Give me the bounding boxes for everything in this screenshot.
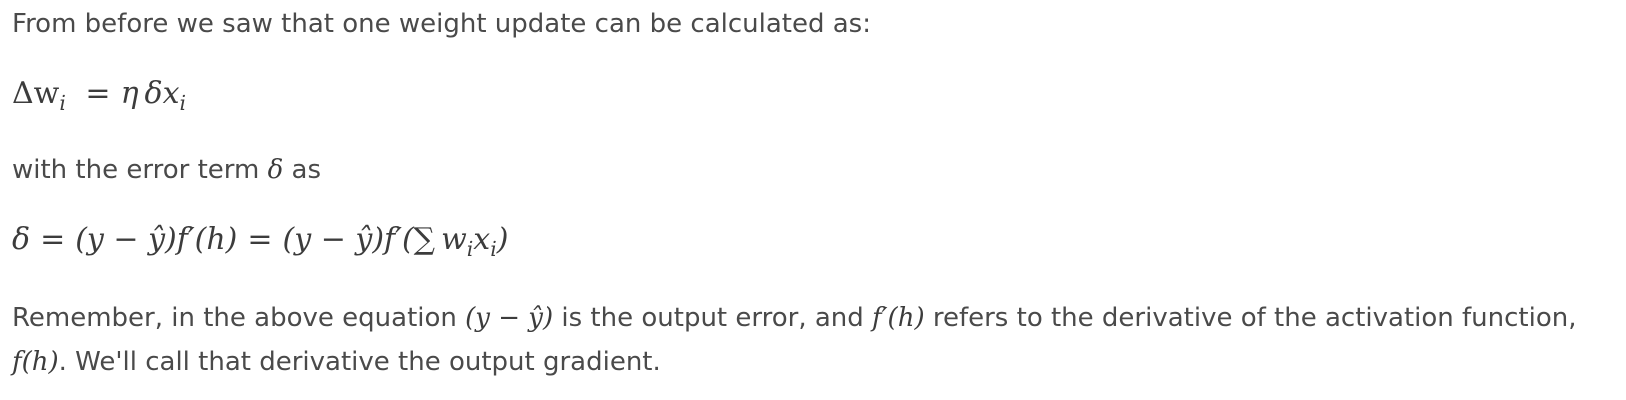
remember-paragraph: Remember, in the above equation (y − ŷ) …: [12, 296, 1577, 384]
delta-symbol: δ: [144, 76, 163, 111]
x-symbol: x: [162, 76, 180, 111]
error-delta-symbol: δ: [267, 155, 284, 185]
equals-sign: =: [85, 76, 111, 111]
remember-text-1: Remember, in the above equation: [12, 303, 466, 333]
delta-lhs: δ: [12, 222, 31, 257]
derivative-expression: f′(h): [872, 303, 925, 333]
activation-expression: f(h): [12, 347, 59, 377]
w-symbol: w: [441, 222, 467, 257]
error-term-paragraph: with the error term δ as: [12, 148, 321, 192]
intro-text: From before we saw that one weight updat…: [12, 9, 871, 39]
output-error-expression: (y − ŷ): [465, 303, 554, 333]
equals-sign-2: =: [247, 222, 273, 257]
equals-sign-1: =: [40, 222, 66, 257]
x-subscript-2: i: [490, 237, 497, 262]
remember-text-4: . We'll call that derivative the output …: [58, 347, 661, 377]
error-text-before: with the error term: [12, 155, 268, 185]
error-text-after: as: [283, 155, 322, 185]
intro-paragraph: From before we saw that one weight updat…: [12, 2, 871, 46]
weight-update-equation: Δwi = η δxi: [12, 76, 186, 115]
closing-paren: ): [496, 222, 509, 257]
eta-symbol: η: [120, 76, 139, 111]
remember-text-2: is the output error, and: [553, 303, 873, 333]
remember-text-3: refers to the derivative of the activati…: [924, 303, 1577, 333]
error-term-equation: δ = (y − ŷ)f′(h) = (y − ŷ)f′(∑ wixi): [12, 222, 509, 261]
x-subscript: i: [179, 91, 187, 116]
w-subscript: i: [466, 237, 474, 262]
delta-expression-2: (y − ŷ)f′(∑: [282, 222, 436, 257]
x-symbol-2: x: [473, 222, 491, 257]
delta-w-symbol: Δw: [12, 76, 60, 111]
delta-w-subscript: i: [59, 91, 66, 116]
delta-expression-1: (y − ŷ)f′(h): [75, 222, 238, 257]
